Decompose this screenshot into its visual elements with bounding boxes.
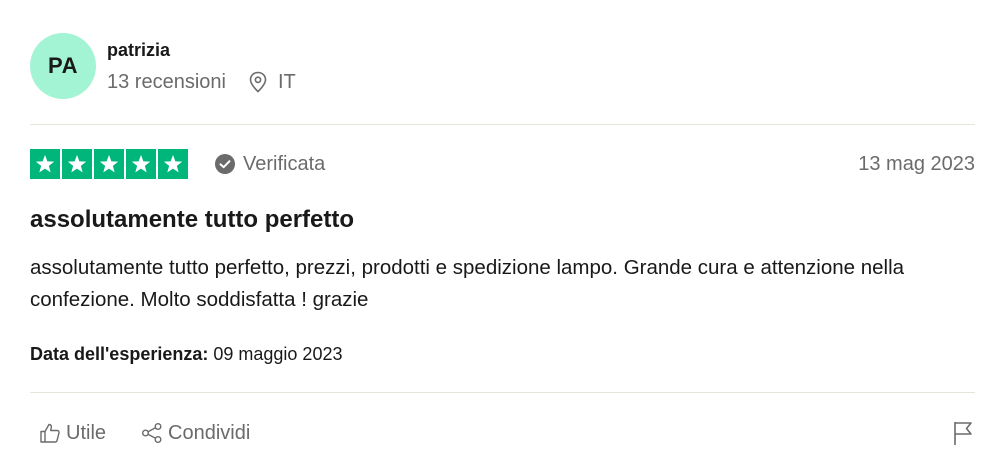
star-icon (62, 149, 92, 179)
star-rating (30, 149, 190, 179)
divider-top (30, 124, 975, 125)
share-button[interactable]: Condividi (141, 422, 250, 445)
star-icon (94, 149, 124, 179)
divider-bottom (30, 392, 975, 393)
location-pin-icon (249, 71, 267, 93)
review-date: 13 mag 2023 (858, 152, 975, 175)
verified-label: Verificata (243, 152, 326, 175)
useful-button[interactable]: Utile (39, 422, 106, 445)
reviewer-info: patrizia 13 recensioni IT (107, 38, 296, 94)
reviewer-name[interactable]: patrizia (107, 38, 296, 62)
flag-icon (954, 422, 972, 445)
review-title[interactable]: assolutamente tutto perfetto (30, 205, 354, 235)
avatar[interactable]: PA (30, 33, 96, 99)
check-circle-icon (215, 154, 235, 174)
reviewer-header: PA patrizia 13 recensioni IT (30, 33, 296, 99)
thumbs-up-icon (40, 423, 60, 443)
verified-badge[interactable]: Verificata (214, 153, 325, 176)
rating-row: Verificata 13 mag 2023 (30, 148, 975, 180)
experience-date-label: Data dell'esperienza: (30, 344, 209, 364)
star-icon (30, 149, 60, 179)
reviewer-location: IT (248, 70, 296, 94)
reviewer-meta: 13 recensioni IT (107, 70, 296, 94)
share-icon (142, 423, 162, 443)
reviews-count: 13 recensioni (107, 71, 226, 93)
useful-label: Utile (66, 421, 107, 444)
share-label: Condividi (168, 421, 251, 444)
review-actions: Utile Condividi (30, 418, 975, 448)
review-card: PA patrizia 13 recensioni IT Verificata … (0, 0, 1005, 457)
report-flag-button[interactable] (952, 420, 974, 446)
experience-date-value: 09 maggio 2023 (213, 344, 343, 364)
star-icon (158, 149, 188, 179)
review-body: assolutamente tutto perfetto, prezzi, pr… (30, 256, 905, 311)
reviewer-country: IT (277, 71, 296, 93)
experience-date-row: Data dell'esperienza: 09 maggio 2023 (30, 342, 342, 366)
star-icon (126, 149, 156, 179)
